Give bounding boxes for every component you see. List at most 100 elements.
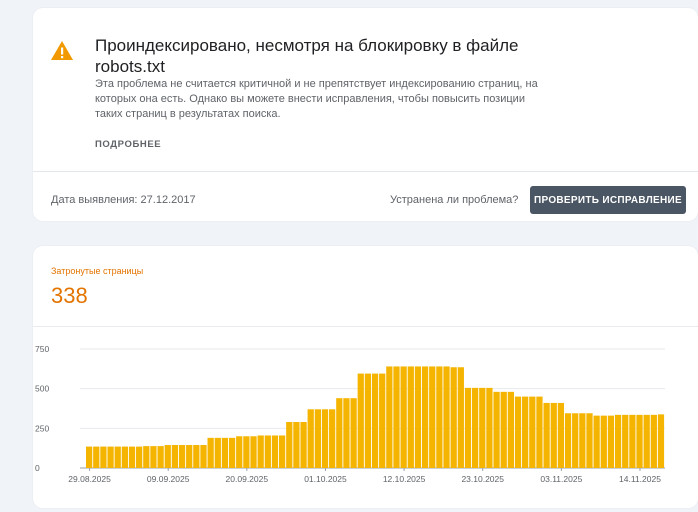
chart-bar — [250, 436, 257, 468]
x-tick-label: 29.08.2025 — [68, 474, 111, 484]
chart-bar — [336, 398, 343, 468]
learn-more-link[interactable]: ПОДРОБНЕЕ — [95, 139, 161, 150]
chart-bar — [143, 446, 150, 468]
chart-bar — [514, 396, 522, 468]
chart-bar — [629, 414, 636, 468]
chart-bar — [622, 414, 629, 468]
chart-bar — [636, 414, 643, 468]
chart-bar — [486, 387, 493, 468]
x-tick-label: 14.11.2025 — [619, 474, 661, 484]
chart-bar — [600, 415, 607, 468]
chart-bar — [136, 446, 143, 468]
x-tick-label: 20.09.2025 — [226, 474, 269, 484]
chart-bar — [414, 366, 422, 468]
chart-bar — [507, 391, 514, 468]
chart-bar — [657, 414, 665, 468]
chart-bar — [643, 414, 650, 468]
y-tick-label: 0 — [35, 463, 40, 473]
chart-bar — [321, 409, 329, 468]
chart-bar — [586, 413, 593, 468]
chart-bar — [300, 421, 307, 468]
chart-bar — [343, 398, 350, 468]
chart-bar — [400, 366, 407, 468]
chart-bar — [593, 415, 600, 468]
chart-bar — [529, 396, 536, 468]
verify-fix-button[interactable]: ПРОВЕРИТЬ ИСПРАВЛЕНИЕ — [530, 186, 686, 214]
chart-bar — [93, 446, 100, 468]
chart-bar — [543, 402, 550, 468]
chart-bar — [522, 396, 529, 468]
x-tick-label: 09.09.2025 — [147, 474, 190, 484]
chart-bar — [386, 366, 393, 468]
chart-bar — [293, 421, 300, 468]
chart-bar — [314, 409, 321, 468]
y-tick-label: 500 — [35, 384, 49, 394]
chart-bar — [307, 409, 314, 468]
chart-bar — [550, 402, 557, 468]
issue-title: Проиндексировано, несмотря на блокировку… — [95, 36, 519, 76]
chart-bar — [572, 413, 579, 468]
chart-bar — [493, 391, 500, 468]
chart-bar — [200, 444, 207, 468]
chart-bar — [271, 435, 279, 468]
x-tick-label: 01.10.2025 — [304, 474, 347, 484]
chart-bar — [436, 366, 443, 468]
chart-bar — [214, 437, 221, 468]
affected-pages-label: Затронутые страницы — [51, 266, 144, 276]
issue-description: Эта проблема не считается критичной и не… — [95, 78, 538, 120]
affected-pages-chart: 0 250 500 750 29.08.2025 09.09.2025 20.09.2025… — [35, 344, 665, 484]
chart-bar — [107, 446, 114, 468]
chart-bar — [479, 387, 486, 468]
chart-bar — [364, 373, 372, 468]
chart-bar — [429, 366, 436, 468]
x-tick-label: 03.11.2025 — [540, 474, 582, 484]
chart-bar — [228, 437, 236, 468]
x-tick-label: 12.10.2025 — [383, 474, 426, 484]
resolved-question: Устранена ли проблема? — [390, 194, 519, 206]
chart-bar — [450, 367, 457, 468]
chart-bar — [500, 391, 507, 468]
chart-bar — [236, 436, 243, 468]
chart-bar — [350, 398, 357, 468]
chart-bar — [264, 435, 271, 468]
chart-bar — [379, 373, 386, 468]
chart-bar — [472, 387, 479, 468]
chart-bar — [650, 414, 657, 468]
y-tick-label: 250 — [35, 423, 49, 433]
warning-triangle-icon — [51, 41, 73, 60]
chart-bar — [564, 413, 572, 468]
chart-bar — [178, 444, 186, 468]
chart-card: Затронутые страницы 338 0 250 500 750 29.08.… — [33, 246, 698, 508]
chart-bar — [393, 366, 400, 468]
x-tick-label: 23.10.2025 — [461, 474, 504, 484]
chart-bar — [128, 446, 136, 468]
chart-bar — [579, 413, 586, 468]
chart-bar — [557, 402, 565, 468]
card-divider — [33, 171, 698, 172]
chart-bar — [207, 437, 214, 468]
chart-bar — [86, 446, 93, 468]
chart-bar — [457, 367, 464, 468]
chart-bar — [157, 446, 164, 468]
chart-bar — [443, 366, 450, 468]
chart-bar — [357, 373, 364, 468]
y-tick-label: 750 — [35, 344, 49, 354]
chart-bar — [164, 444, 171, 468]
chart-bar — [421, 366, 429, 468]
chart-bar — [286, 421, 293, 468]
chart-bar — [121, 446, 128, 468]
chart-bar — [150, 446, 157, 468]
chart-bar — [464, 387, 472, 468]
chart-bar — [243, 436, 250, 468]
chart-bar — [100, 446, 107, 468]
chart-bar — [371, 373, 379, 468]
chart-bar — [607, 415, 615, 468]
chart-bar — [257, 435, 264, 468]
chart-bar — [279, 435, 286, 468]
chart-bar — [329, 409, 336, 468]
chart-bar — [186, 444, 193, 468]
chart-bar — [193, 444, 200, 468]
chart-divider — [33, 326, 698, 327]
affected-pages-count: 338 — [51, 283, 88, 308]
chart-bar — [536, 396, 543, 468]
